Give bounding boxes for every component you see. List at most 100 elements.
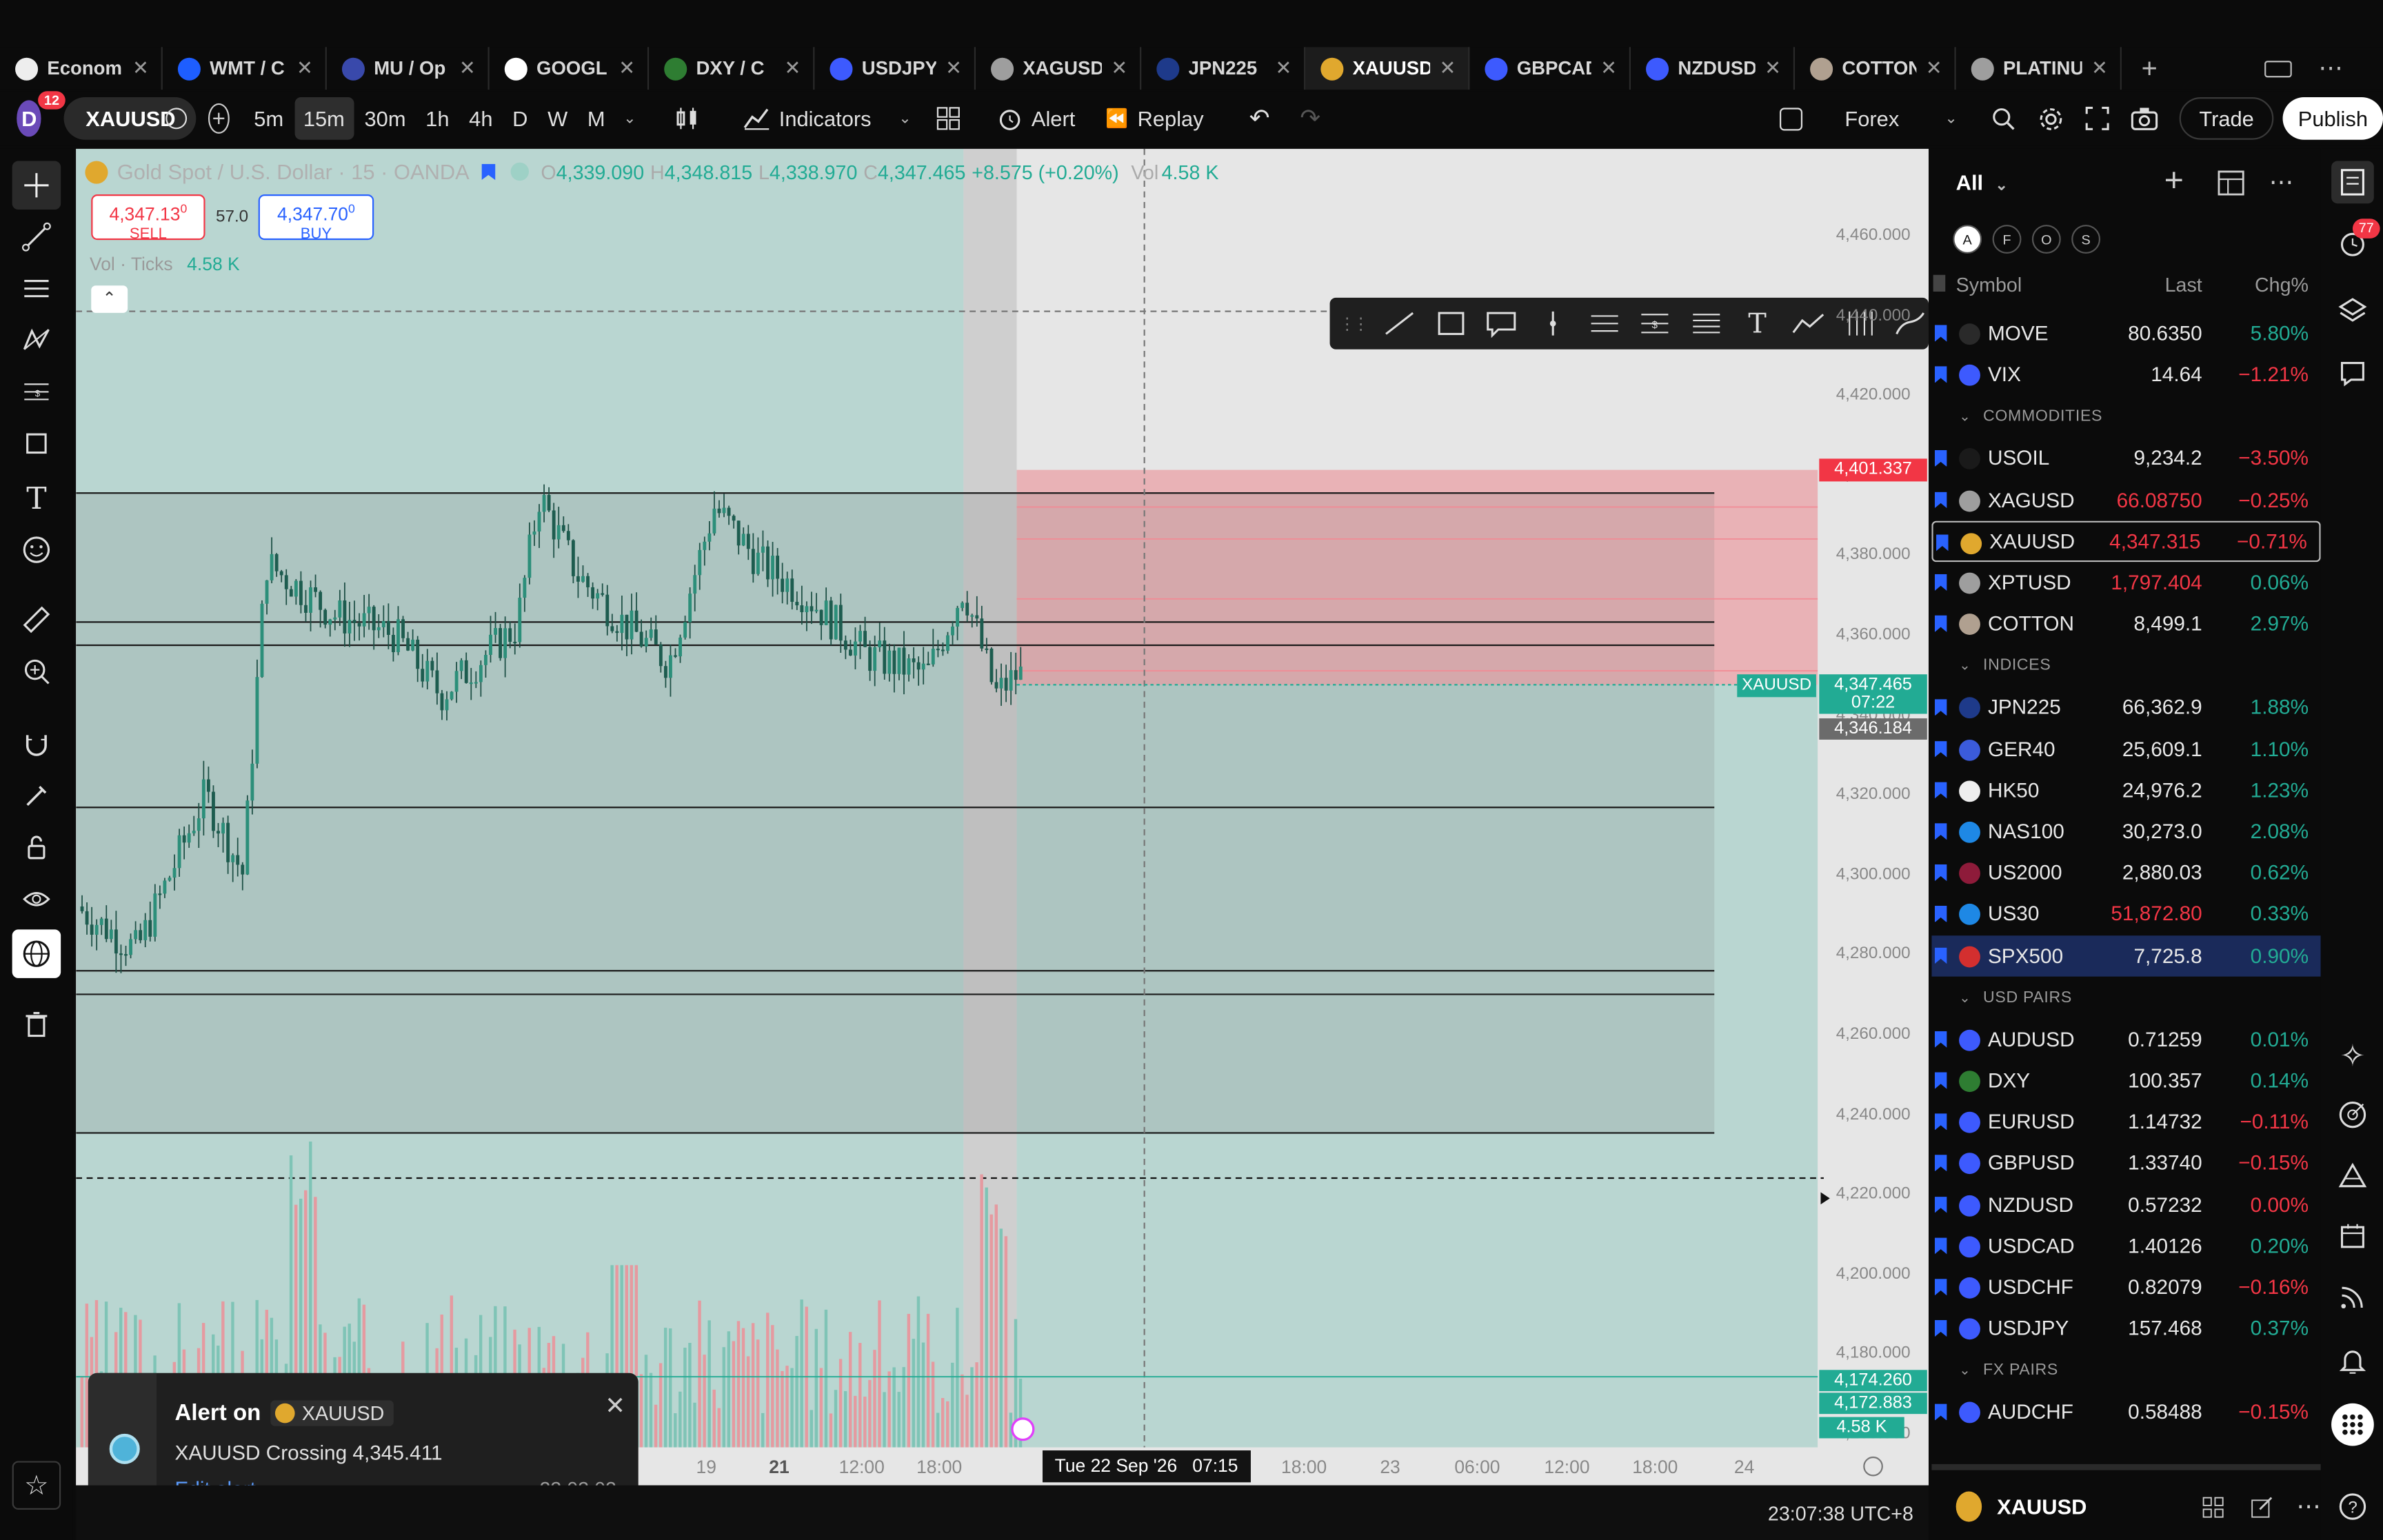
section-fx-pairs[interactable]: ⌄ FX PAIRS	[1959, 1361, 2058, 1379]
watchlist-row-vix[interactable]: VIX 14.64 −1.21%	[1931, 354, 2320, 395]
tab-dxy-c[interactable]: DXY / C ✕	[649, 47, 815, 90]
flag-marker-icon[interactable]	[1934, 1279, 1947, 1296]
filter-chip-a[interactable]: A	[1953, 225, 1982, 254]
watchlist-row-hk50[interactable]: HK50 24,976.2 1.23%	[1931, 770, 2320, 811]
watchlist-row-dxy[interactable]: DXY 100.357 0.14%	[1931, 1060, 2320, 1101]
help-icon[interactable]: ?	[2331, 1486, 2374, 1528]
time-axis-settings-icon[interactable]	[1863, 1456, 1883, 1477]
watchlist-row-usdcad[interactable]: USDCAD 1.40126 0.20%	[1931, 1226, 2320, 1266]
close-tab-icon[interactable]: ✕	[1926, 57, 1942, 81]
avatar[interactable]: D 12	[17, 91, 66, 137]
flag-marker-icon[interactable]	[1934, 1319, 1947, 1337]
drawing-sync-icon[interactable]	[1770, 97, 1811, 140]
more-icon[interactable]: ⋯	[2318, 53, 2342, 83]
tab-xagusd[interactable]: XAGUSD ✕	[976, 47, 1142, 90]
interval-m[interactable]: M	[579, 97, 614, 140]
watchlist-row-nzdusd[interactable]: NZDUSD 0.57232 0.00%	[1931, 1184, 2320, 1225]
flag-marker-icon[interactable]	[1934, 574, 1947, 591]
rectangle-tool-icon[interactable]	[12, 419, 61, 468]
market-type-dropdown[interactable]: Forex ⌄	[1836, 97, 1967, 140]
tab-xauusd[interactable]: XAUUSD ✕	[1305, 47, 1470, 90]
tab-gbpcad[interactable]: GBPCAD ✕	[1469, 47, 1631, 90]
tab-googl[interactable]: GOOGL ✕	[490, 47, 650, 90]
close-tab-icon[interactable]: ✕	[785, 57, 801, 81]
indicators-button[interactable]: Indicators ⌄	[734, 97, 921, 140]
flag-marker-icon[interactable]	[1934, 615, 1947, 632]
chart-type-icon[interactable]	[663, 97, 709, 140]
publish-button[interactable]: Publish	[2282, 97, 2383, 140]
eye-icon[interactable]	[12, 875, 61, 924]
price-axis[interactable]: 4,460.0004,440.0004,420.0004,400.0004,38…	[1818, 149, 1929, 1448]
tab-usdjpy[interactable]: USDJPY ✕	[814, 47, 976, 90]
alert-button[interactable]: Alert	[987, 97, 1085, 140]
layouts-grid-icon[interactable]	[927, 97, 969, 140]
col-chg[interactable]: Chg%	[2255, 274, 2309, 296]
parallel-channel-icon[interactable]	[1688, 308, 1724, 338]
close-tab-icon[interactable]: ✕	[619, 57, 635, 81]
col-last[interactable]: Last	[2165, 274, 2202, 296]
vertical-line-icon[interactable]	[1535, 308, 1571, 338]
close-tab-icon[interactable]: ✕	[459, 57, 476, 81]
close-tab-icon[interactable]: ✕	[1439, 57, 1456, 81]
tab-cotton[interactable]: COTTON ✕	[1795, 47, 1956, 90]
close-tab-icon[interactable]: ✕	[945, 57, 962, 81]
horizontal-lines-tool-icon[interactable]	[12, 264, 61, 313]
filter-chip-f[interactable]: F	[1992, 225, 2022, 254]
fullscreen-icon[interactable]	[2076, 97, 2119, 140]
interval-15m[interactable]: 15m	[294, 97, 354, 140]
flag-marker-icon[interactable]	[1934, 1155, 1947, 1172]
watchlist-filter[interactable]: All ⌄	[1956, 170, 2008, 194]
flag-marker-icon[interactable]	[1934, 1072, 1947, 1089]
watchlist-row-usdjpy[interactable]: USDJPY 157.468 0.37%	[1931, 1308, 2320, 1348]
filter-chip-o[interactable]: O	[2031, 225, 2061, 254]
target-icon[interactable]	[2331, 1093, 2374, 1136]
watchlist-row-usoil[interactable]: USOIL 9,234.2 −3.50%	[1931, 438, 2320, 478]
calendar-icon[interactable]	[2331, 1215, 2374, 1258]
interval-d[interactable]: D	[503, 97, 537, 140]
tab-econom[interactable]: Econom ✕	[0, 47, 163, 90]
compare-icon[interactable]	[165, 108, 187, 130]
watchlist-row-xptusd[interactable]: XPTUSD 1,797.404 0.06%	[1931, 562, 2320, 602]
watchlist-row-move[interactable]: MOVE 80.6350 5.80%	[1931, 313, 2320, 354]
text-annotation-icon[interactable]: T	[1740, 307, 1776, 339]
undo-icon[interactable]: ↶	[1240, 97, 1279, 140]
news-feed-icon[interactable]	[2331, 1276, 2374, 1319]
watchlist-row-ger40[interactable]: GER40 25,609.1 1.10%	[1931, 729, 2320, 769]
interval-1h[interactable]: 1h	[416, 97, 459, 140]
layers-icon[interactable]	[2331, 289, 2374, 332]
long-position-icon[interactable]	[1586, 308, 1622, 338]
crosshair-tool-icon[interactable]	[12, 161, 61, 210]
watchlist-row-xagusd[interactable]: XAGUSD 66.08750 −0.25%	[1931, 479, 2320, 520]
chart-pane[interactable]: Gold Spot / U.S. Dollar · 15 · OANDA O 4,…	[76, 148, 1929, 1486]
flag-marker-icon[interactable]	[1934, 946, 1947, 964]
redo-icon[interactable]: ↷	[1291, 97, 1329, 140]
filter-chip-s[interactable]: S	[2071, 225, 2101, 254]
interval-dropdown-icon[interactable]: ⌄	[614, 97, 645, 140]
section-indices[interactable]: ⌄ INDICES	[1959, 657, 2051, 675]
status-time[interactable]: 23:07:38 UTC+8	[1768, 1502, 1913, 1525]
settings-gear-icon[interactable]	[2029, 97, 2073, 140]
replay-button[interactable]: ⏪ Replay	[1096, 97, 1213, 140]
text-tool-icon[interactable]: T	[12, 474, 61, 523]
details-more-icon[interactable]: ⋯	[2296, 1492, 2320, 1522]
rect-select-icon[interactable]	[1433, 308, 1469, 338]
tab-wmt-c[interactable]: WMT / C ✕	[163, 47, 327, 90]
tab-mu-op[interactable]: MU / Op ✕	[327, 47, 490, 90]
add-symbol-plus-icon[interactable]: +	[2164, 161, 2184, 201]
col-symbol[interactable]: Symbol	[1956, 274, 2022, 296]
close-tab-icon[interactable]: ✕	[1111, 57, 1127, 81]
notifications-bell-icon[interactable]	[2331, 1339, 2374, 1382]
add-symbol-icon[interactable]: +	[208, 103, 230, 134]
tab-platinu[interactable]: PLATINU ✕	[1956, 47, 2122, 90]
trend-line-tool-icon[interactable]	[12, 212, 61, 261]
flag-marker-icon[interactable]	[1934, 450, 1947, 467]
flag-marker-icon[interactable]	[1934, 740, 1947, 758]
line-tool-icon[interactable]	[1382, 308, 1418, 338]
watchlist-row-audchf[interactable]: AUDCHF 0.58488 −0.15%	[1931, 1392, 2320, 1432]
trade-button[interactable]: Trade	[2179, 97, 2274, 140]
globe-icon[interactable]	[12, 929, 61, 978]
watchlist-row-xauusd[interactable]: XAUUSD 4,347.315 −0.71%	[1931, 520, 2321, 562]
watchlist-row-gbpusd[interactable]: GBPUSD 1.33740 −0.15%	[1931, 1143, 2320, 1184]
watchlist-icon[interactable]	[2331, 161, 2374, 204]
flag-marker-icon[interactable]	[1934, 1196, 1947, 1213]
